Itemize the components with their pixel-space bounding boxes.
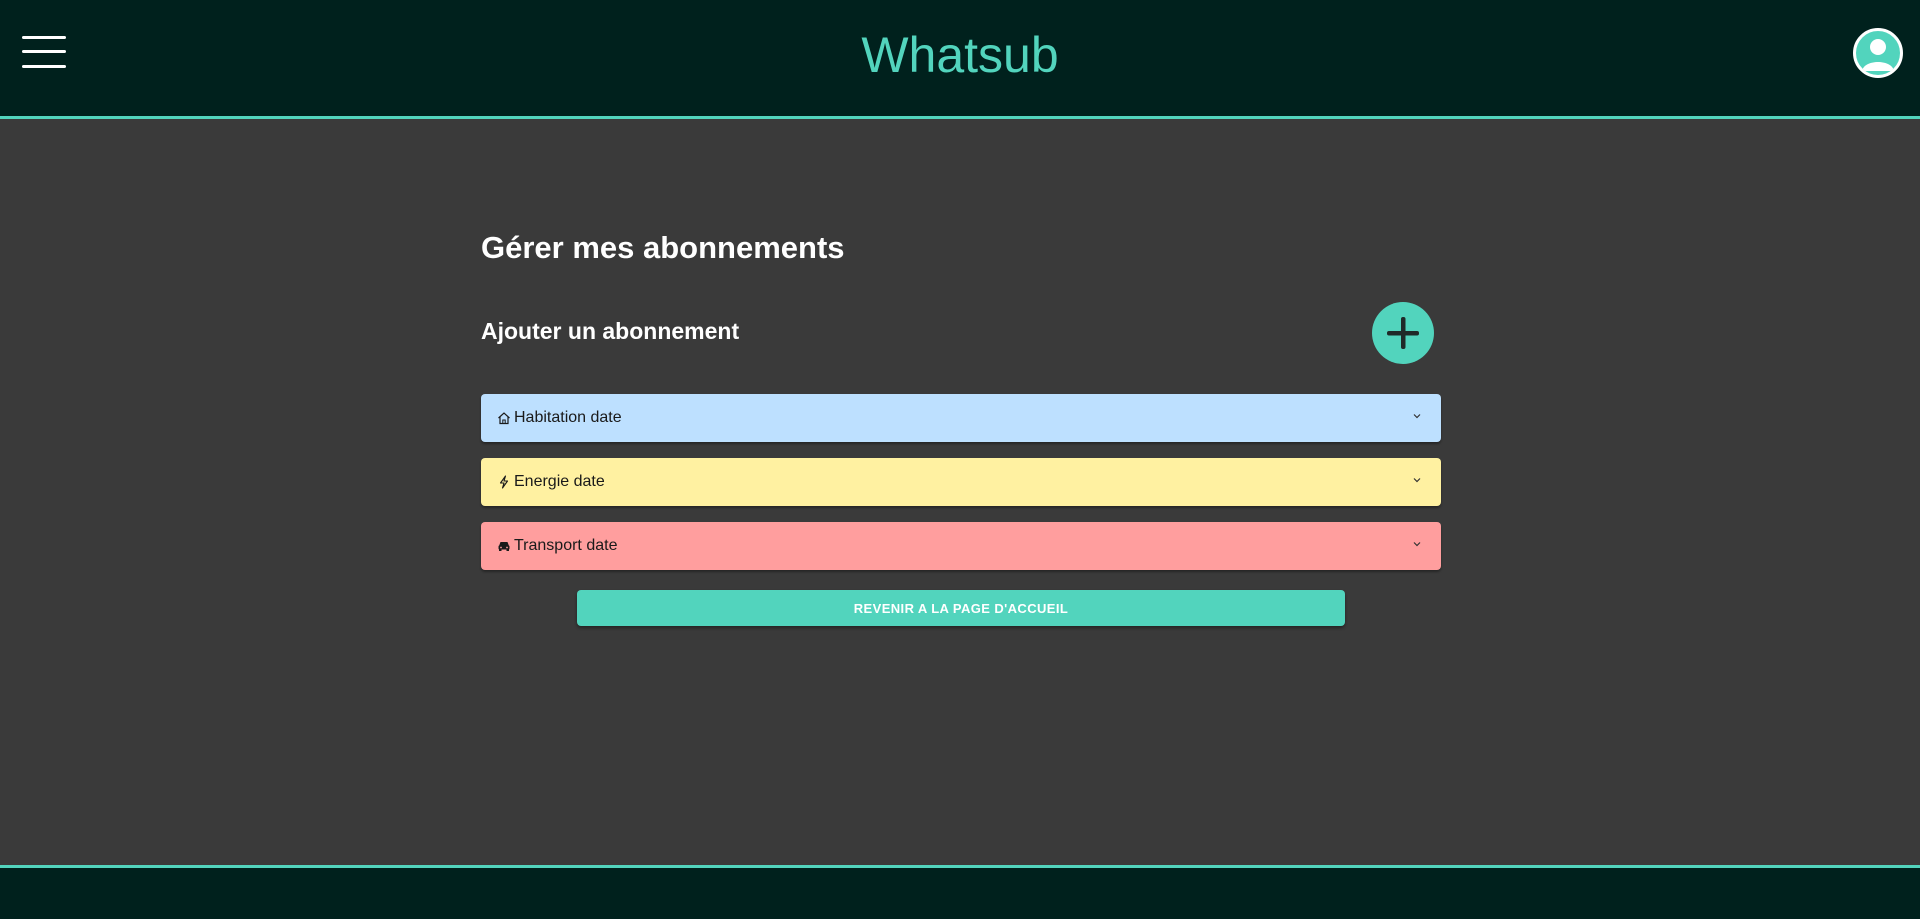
page-title: Gérer mes abonnements: [481, 230, 845, 265]
chevron-down-icon: [1413, 478, 1421, 483]
brand-title: Whatsub: [861, 27, 1059, 83]
add-subscription-label: Ajouter un abonnement: [481, 318, 740, 344]
lightning-icon: [497, 474, 513, 490]
accordion-habitation-label: Habitation date: [514, 409, 622, 426]
add-subscription-button[interactable]: [1372, 302, 1434, 364]
chevron-down-icon: [1413, 542, 1421, 547]
accordion-energie[interactable]: Energie date: [481, 458, 1441, 506]
accordion-habitation[interactable]: Habitation date: [481, 394, 1441, 442]
accordion-transport[interactable]: Transport date: [481, 522, 1441, 570]
footer: [0, 865, 1920, 919]
accordion-energie-label: Energie date: [514, 473, 605, 490]
plus-icon: [1387, 317, 1419, 349]
accordion-transport-label: Transport date: [514, 537, 618, 554]
top-header: Whatsub: [0, 0, 1920, 119]
user-avatar-icon[interactable]: [1853, 28, 1903, 78]
chevron-down-icon: [1413, 414, 1421, 419]
car-icon: [497, 538, 513, 554]
back-to-home-button[interactable]: REVENIR A LA PAGE D'ACCUEIL: [577, 590, 1345, 626]
main-content: Gérer mes abonnements Ajouter un abonnem…: [481, 230, 1441, 626]
home-icon: [497, 410, 513, 426]
